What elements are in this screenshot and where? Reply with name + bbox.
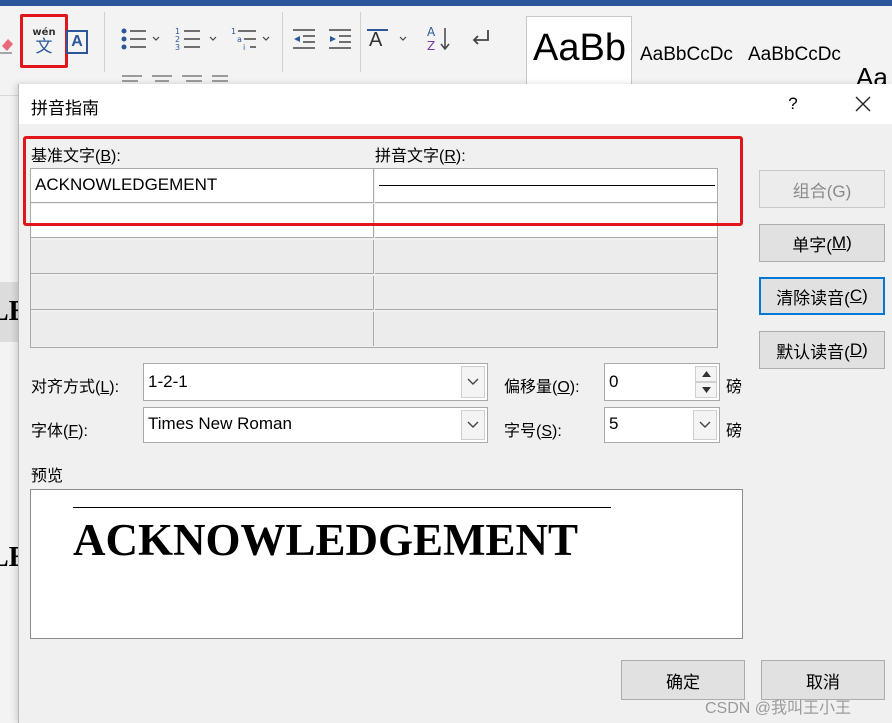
size-unit: 磅: [726, 423, 743, 440]
base-text-cell: [31, 240, 374, 274]
multilevel-list-icon: 1 a i: [231, 27, 270, 52]
character-border-button[interactable]: A: [66, 30, 88, 54]
alignment-select[interactable]: 1-2-1: [143, 363, 488, 401]
style-preview-text: AaBb: [533, 27, 626, 69]
phonetic-guide-icon: wén: [32, 26, 56, 38]
phonetic-guide-dialog: 拼音指南 ? 基准文字(B): 拼音文字(R): ACKNOWLEDGEMENT…: [18, 84, 892, 723]
clear-formatting-icon[interactable]: [0, 34, 14, 56]
increase-indent-button[interactable]: [326, 26, 354, 52]
ruby-text-cell: [375, 312, 717, 346]
bullet-list-icon: [121, 28, 160, 50]
style-normal-tile[interactable]: AaBbCcDc: [640, 16, 740, 92]
ruby-placeholder-line: [379, 185, 715, 186]
ruby-text-label: 拼音文字(R):: [375, 148, 466, 165]
spin-up-icon[interactable]: [695, 366, 717, 382]
ribbon-separator: [282, 12, 283, 72]
style-preview-text: AaBbCcDc: [640, 44, 733, 65]
svg-text:3: 3: [175, 43, 180, 52]
document-text-fragment: LE: [0, 542, 18, 574]
preview-box: ACKNOWLEDGEMENT: [30, 489, 743, 639]
multilevel-list-button[interactable]: 1 a i: [230, 26, 276, 52]
show-hide-marks-button[interactable]: [466, 24, 496, 54]
paragraph-return-icon: [472, 30, 489, 45]
style-no-spacing-tile[interactable]: AaBbCcDc: [748, 16, 848, 92]
styles-gallery: AaBb AaBbCcDc AaBbCcDc Aa: [522, 12, 892, 92]
dialog-title: 拼音指南: [31, 99, 99, 118]
asian-layout-icon: A: [367, 29, 407, 51]
mono-button[interactable]: 单字(M): [759, 224, 885, 262]
document-page-fragment: LE: [0, 282, 18, 342]
ruby-text-cell: [375, 240, 717, 274]
ruby-text-cell: [375, 276, 717, 310]
alignment-label: 对齐方式(L):: [31, 379, 120, 396]
phonetic-guide-button[interactable]: wén 文: [20, 14, 68, 68]
close-button[interactable]: [845, 88, 881, 120]
preview-ruby-line: [73, 507, 611, 508]
svg-text:i: i: [243, 43, 245, 52]
size-select[interactable]: 5: [604, 407, 720, 443]
preview-text: ACKNOWLEDGEMENT: [73, 515, 579, 565]
ribbon-separator: [360, 12, 361, 72]
phonetic-grid: ACKNOWLEDGEMENT: [30, 168, 718, 348]
offset-stepper[interactable]: 0: [604, 363, 720, 401]
svg-text:1: 1: [231, 27, 236, 36]
watermark: CSDN @我叫王小王: [705, 700, 852, 717]
help-button[interactable]: ?: [779, 88, 807, 120]
offset-label: 偏移量(O):: [504, 379, 580, 396]
phonetic-guide-char: 文: [35, 36, 53, 56]
chevron-down-icon[interactable]: [461, 366, 485, 398]
base-text-cell: [31, 276, 374, 310]
numbered-list-icon: 1 2 3: [175, 27, 217, 52]
close-icon: [855, 96, 871, 112]
decrease-indent-icon: [293, 29, 315, 49]
sort-button[interactable]: A Z: [424, 24, 454, 54]
chevron-down-icon[interactable]: [693, 410, 717, 440]
base-text-cell[interactable]: ACKNOWLEDGEMENT: [31, 169, 374, 203]
document-text-fragment: LE: [0, 296, 18, 328]
svg-text:Z: Z: [427, 39, 435, 53]
chevron-down-icon[interactable]: [461, 410, 485, 440]
offset-unit: 磅: [726, 379, 743, 396]
asian-layout-button[interactable]: A: [366, 24, 410, 52]
document-page-fragment: LE: [0, 538, 18, 578]
ribbon-separator: [104, 12, 105, 72]
decrease-indent-button[interactable]: [290, 26, 318, 52]
font-select[interactable]: Times New Roman: [143, 407, 488, 443]
base-text-cell: [31, 312, 374, 346]
base-text-cell[interactable]: [31, 204, 374, 238]
style-heading1-tile[interactable]: AaBb: [526, 16, 632, 92]
clear-reading-button[interactable]: 清除读音(C): [759, 277, 885, 315]
default-reading-button[interactable]: 默认读音(D): [759, 331, 885, 369]
group-button[interactable]: 组合(G): [759, 170, 885, 208]
svg-text:A: A: [427, 25, 436, 39]
numbering-button[interactable]: 1 2 3: [174, 26, 222, 52]
base-text-label: 基准文字(B):: [31, 148, 121, 165]
font-label: 字体(F):: [31, 423, 88, 440]
dialog-title-bar: 拼音指南 ?: [19, 84, 892, 124]
style-preview-text: AaBbCcDc: [748, 44, 841, 65]
svg-text:A: A: [369, 29, 383, 51]
ruby-text-cell[interactable]: [375, 169, 717, 203]
home-ribbon: wén 文 A 1 2 3 1 a i A A Z AaBb AaBbCcDc …: [0, 6, 892, 96]
preview-label: 预览: [31, 468, 64, 485]
svg-text:a: a: [237, 35, 242, 44]
ruby-text-cell[interactable]: [375, 204, 717, 238]
size-label: 字号(S):: [504, 423, 562, 440]
spin-down-icon[interactable]: [695, 382, 717, 398]
sort-az-icon: A Z: [427, 25, 450, 53]
increase-indent-icon: [329, 29, 351, 49]
bullets-button[interactable]: [118, 26, 162, 52]
offset-spin-buttons[interactable]: [695, 366, 717, 398]
